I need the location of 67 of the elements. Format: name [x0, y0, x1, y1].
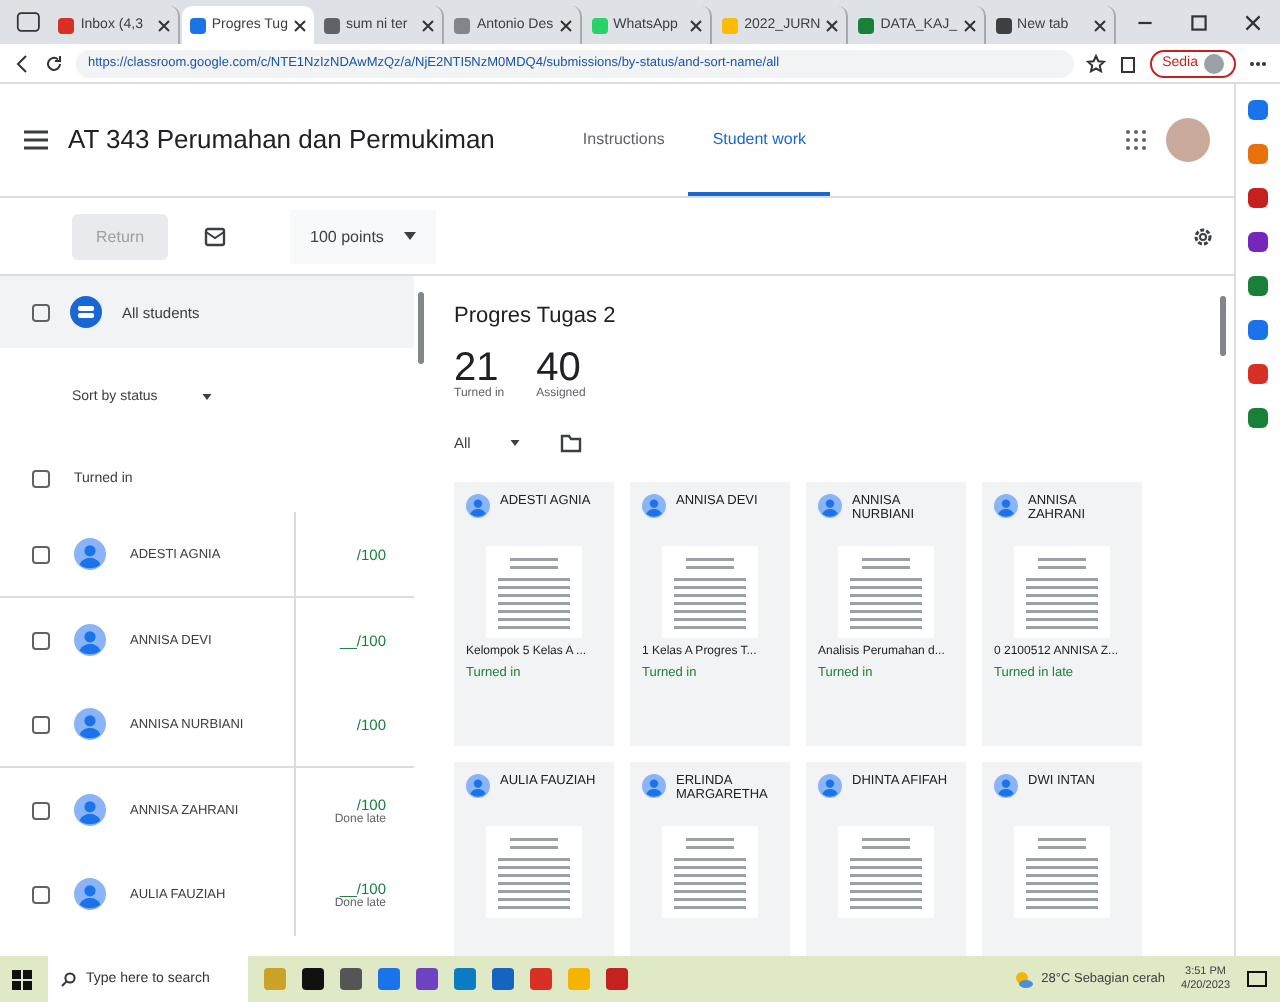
group-icon [70, 296, 102, 328]
tab-actions-icon[interactable] [16, 10, 41, 34]
avatar-icon [74, 708, 106, 740]
avatar-icon [642, 494, 666, 518]
taskbar-app-icon[interactable] [302, 968, 324, 990]
close-icon[interactable] [1242, 12, 1265, 34]
class-title: AT 343 Perumahan dan Permukiman [68, 123, 495, 157]
close-icon[interactable] [1094, 19, 1107, 31]
caret-icon [201, 393, 212, 399]
search-icon [60, 971, 76, 987]
close-icon[interactable] [826, 19, 839, 31]
close-icon[interactable] [422, 19, 435, 31]
checkbox[interactable] [32, 885, 50, 903]
refresh-icon[interactable] [44, 53, 64, 73]
avatar-icon [994, 494, 1018, 518]
windows-start-icon[interactable] [12, 969, 32, 989]
sidebar-app-icon[interactable] [1248, 320, 1268, 340]
close-icon[interactable] [690, 19, 703, 31]
stat-count: 21 [454, 348, 499, 388]
avatar-icon [466, 494, 490, 518]
mail-icon[interactable] [204, 225, 227, 247]
sidebar-app-icon[interactable] [1248, 276, 1268, 296]
sidebar-app-icon[interactable] [1248, 232, 1268, 252]
sidebar-app-icon[interactable] [1248, 188, 1268, 208]
close-icon[interactable] [963, 19, 976, 31]
maximize-icon[interactable] [1188, 12, 1211, 34]
checkbox[interactable] [32, 631, 50, 649]
sidebar-app-icon[interactable] [1248, 100, 1268, 120]
avatar-icon [74, 538, 106, 570]
checkbox[interactable] [32, 469, 50, 487]
close-icon[interactable] [157, 19, 170, 31]
menu-icon[interactable] [24, 130, 48, 150]
close-icon[interactable] [293, 19, 306, 31]
avatar-icon [466, 774, 490, 798]
apps-grid-icon[interactable] [1126, 130, 1146, 150]
sidebar-app-icon[interactable] [1248, 408, 1268, 428]
notification-icon[interactable] [1246, 968, 1268, 990]
taskbar-app-icon[interactable] [416, 968, 438, 990]
avatar-icon [1204, 53, 1224, 73]
folder-icon[interactable] [560, 432, 583, 454]
back-icon[interactable] [12, 53, 32, 73]
taskbar-app-icon[interactable] [340, 968, 362, 990]
settings-icon[interactable] [1192, 225, 1214, 247]
collections-icon[interactable] [1118, 53, 1139, 73]
sidebar-app-icon[interactable] [1248, 364, 1268, 384]
sidebar-app-icon[interactable] [1248, 144, 1268, 164]
avatar-icon [818, 774, 842, 798]
avatar-icon [994, 774, 1018, 798]
avatar-icon [74, 624, 106, 656]
page-tab[interactable]: Instructions [558, 84, 689, 196]
points-dropdown[interactable]: 100 points [290, 209, 436, 263]
checkbox[interactable] [32, 545, 50, 563]
avatar-icon [74, 878, 106, 910]
stat-count: 40 [536, 348, 581, 388]
close-icon[interactable] [559, 19, 572, 31]
checkbox[interactable] [32, 303, 50, 321]
checkbox[interactable] [32, 801, 50, 819]
avatar-icon [74, 794, 106, 826]
caret-icon [403, 232, 416, 240]
weather-icon [1013, 969, 1034, 989]
avatar-icon [642, 774, 666, 798]
assignment-title: Progres Tugas 2 [454, 304, 618, 328]
star-icon[interactable] [1086, 53, 1107, 73]
avatar-icon [818, 494, 842, 518]
caret-icon[interactable] [510, 440, 521, 446]
checkbox[interactable] [32, 715, 50, 733]
page-tab[interactable]: Student work [688, 84, 831, 196]
